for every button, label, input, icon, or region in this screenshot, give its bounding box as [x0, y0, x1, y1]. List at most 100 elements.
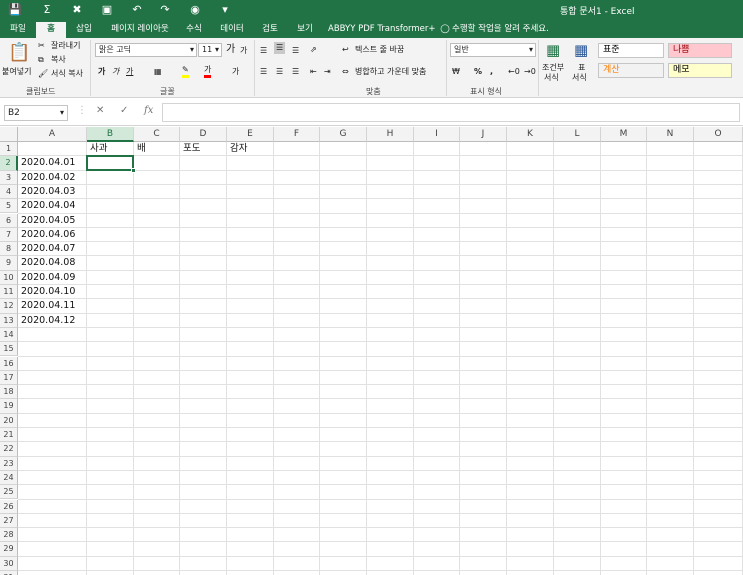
cell-a3[interactable]: 2020.04.02 [18, 171, 87, 185]
font-name-box[interactable]: 맑은 고딕 ▾ [95, 43, 197, 57]
increase-indent-icon[interactable]: ⇥ [324, 66, 331, 78]
close-icon[interactable]: ✖ [68, 2, 86, 18]
column-header-l[interactable]: L [554, 127, 601, 142]
cell-a12[interactable]: 2020.04.11 [18, 299, 87, 313]
cell-a6[interactable]: 2020.04.05 [18, 214, 87, 228]
column-header-a[interactable]: A [18, 127, 87, 142]
align-bottom-icon[interactable]: ☰ [292, 45, 299, 57]
tab-data[interactable]: 데이터 [216, 22, 248, 38]
row-header-18[interactable]: 18 [0, 385, 18, 400]
column-header-e[interactable]: E [227, 127, 274, 142]
row-header-28[interactable]: 28 [0, 528, 18, 543]
cell-a13[interactable]: 2020.04.12 [18, 314, 87, 328]
fill-color-icon[interactable]: ✎ [182, 64, 189, 78]
cell-e1[interactable]: 감자 [227, 142, 274, 156]
row-header-27[interactable]: 27 [0, 513, 18, 529]
row-header-30[interactable]: 30 [0, 556, 18, 571]
selected-cell[interactable] [86, 155, 134, 171]
row-header-4[interactable]: 4 [0, 184, 18, 200]
column-header-f[interactable]: F [274, 127, 320, 142]
percent-button[interactable]: % [474, 66, 482, 78]
copy-button[interactable]: 복사 [51, 54, 66, 66]
cell-style-calculation[interactable]: 계산 [598, 63, 664, 78]
cell-style-note[interactable]: 메모 [668, 63, 732, 78]
align-center-icon[interactable]: ☰ [276, 66, 283, 78]
cell-a7[interactable]: 2020.04.06 [18, 228, 87, 242]
bold-button[interactable]: 가 [98, 66, 105, 78]
increase-decimal-icon[interactable]: ←0 [508, 66, 520, 78]
row-header-6[interactable]: 6 [0, 213, 18, 228]
merge-center-icon[interactable]: ⇔ [342, 66, 349, 78]
cell-a10[interactable]: 2020.04.09 [18, 271, 87, 285]
cell-a2[interactable]: 2020.04.01 [18, 156, 87, 170]
row-header-14[interactable]: 14 [0, 327, 18, 343]
row-header-25[interactable]: 25 [0, 485, 18, 500]
row-header-16[interactable]: 16 [0, 356, 18, 371]
cut-icon[interactable]: ✂ [38, 40, 45, 52]
formula-input[interactable] [162, 103, 740, 122]
tab-review[interactable]: 검토 [256, 22, 284, 38]
align-left-icon[interactable]: ☰ [260, 66, 267, 78]
autosum-icon[interactable]: Σ [38, 2, 56, 18]
tab-page-layout[interactable]: 페이지 레이아웃 [106, 22, 174, 38]
enter-icon[interactable]: ✓ [120, 105, 128, 116]
tell-me-box[interactable]: 수행할 작업을 알려 주세요. [452, 22, 549, 38]
currency-icon[interactable]: ₩ [452, 66, 460, 78]
font-size-box[interactable]: 11 ▾ [198, 43, 222, 57]
column-header-h[interactable]: H [367, 127, 414, 142]
column-header-n[interactable]: N [647, 127, 694, 142]
conditional-format-icon[interactable]: ▦ [546, 41, 560, 59]
font-color-button[interactable]: 가 [204, 64, 212, 78]
copy-icon[interactable]: ⧉ [38, 54, 44, 66]
cell-a8[interactable]: 2020.04.07 [18, 242, 87, 256]
tab-formulas[interactable]: 수식 [182, 22, 206, 38]
cell-a4[interactable]: 2020.04.03 [18, 185, 87, 199]
row-header-24[interactable]: 24 [0, 470, 18, 486]
customize-icon[interactable]: ▾ [216, 2, 234, 18]
wrap-text-icon[interactable]: ↩ [342, 44, 349, 56]
tab-file[interactable]: 파일 [4, 22, 32, 38]
cancel-icon[interactable]: ✕ [96, 105, 104, 116]
row-header-3[interactable]: 3 [0, 170, 18, 185]
grow-font-button[interactable]: 가 [226, 44, 235, 56]
cell-d1[interactable]: 포도 [180, 142, 227, 156]
phonetic-icon[interactable]: 가 [232, 66, 239, 78]
tab-view[interactable]: 보기 [292, 22, 318, 38]
align-middle-icon[interactable]: ☰ [274, 42, 286, 54]
row-header-13[interactable]: 13 [0, 313, 18, 328]
name-box[interactable]: B2 ▾ [4, 105, 68, 121]
save-icon[interactable]: ▣ [98, 2, 116, 18]
row-header-7[interactable]: 7 [0, 227, 18, 243]
row-header-1[interactable]: 1 [0, 142, 18, 157]
row-header-11[interactable]: 11 [0, 285, 18, 300]
row-header-21[interactable]: 21 [0, 428, 18, 443]
row-header-2[interactable]: 2 [0, 156, 18, 171]
row-header-5[interactable]: 5 [0, 199, 18, 214]
shrink-font-button[interactable]: 가 [240, 45, 247, 57]
borders-icon[interactable]: ▦ [154, 66, 162, 78]
italic-button[interactable]: 가 [112, 66, 119, 78]
cell-a9[interactable]: 2020.04.08 [18, 256, 87, 270]
undo-icon[interactable]: ↶ [128, 2, 146, 18]
underline-button[interactable]: 가 [126, 66, 133, 78]
decrease-indent-icon[interactable]: ⇤ [310, 66, 317, 78]
cell-c1[interactable]: 배 [134, 142, 180, 156]
row-header-19[interactable]: 19 [0, 399, 18, 414]
column-header-j[interactable]: J [460, 127, 507, 142]
format-painter-button[interactable]: 서식 복사 [51, 68, 83, 80]
merge-center-button[interactable]: 병합하고 가운데 맞춤 [355, 66, 426, 78]
row-header-23[interactable]: 23 [0, 456, 18, 471]
conditional-format-label-2[interactable]: 서식 [544, 72, 559, 84]
tab-abbyy[interactable]: ABBYY PDF Transformer+ [328, 22, 436, 38]
paste-icon[interactable]: 📋 [8, 42, 30, 64]
select-all-corner[interactable] [0, 127, 18, 142]
row-header-22[interactable]: 22 [0, 442, 18, 457]
cell-a5[interactable]: 2020.04.04 [18, 199, 87, 213]
format-painter-icon[interactable]: 🖌 [38, 68, 48, 80]
cell-style-normal[interactable]: 표준 [598, 43, 664, 58]
align-right-icon[interactable]: ☰ [292, 66, 299, 78]
row-header-17[interactable]: 17 [0, 370, 18, 386]
orientation-icon[interactable]: ⇗ [310, 44, 317, 56]
insert-function-icon[interactable]: fx [144, 105, 153, 116]
column-header-m[interactable]: M [601, 127, 647, 142]
